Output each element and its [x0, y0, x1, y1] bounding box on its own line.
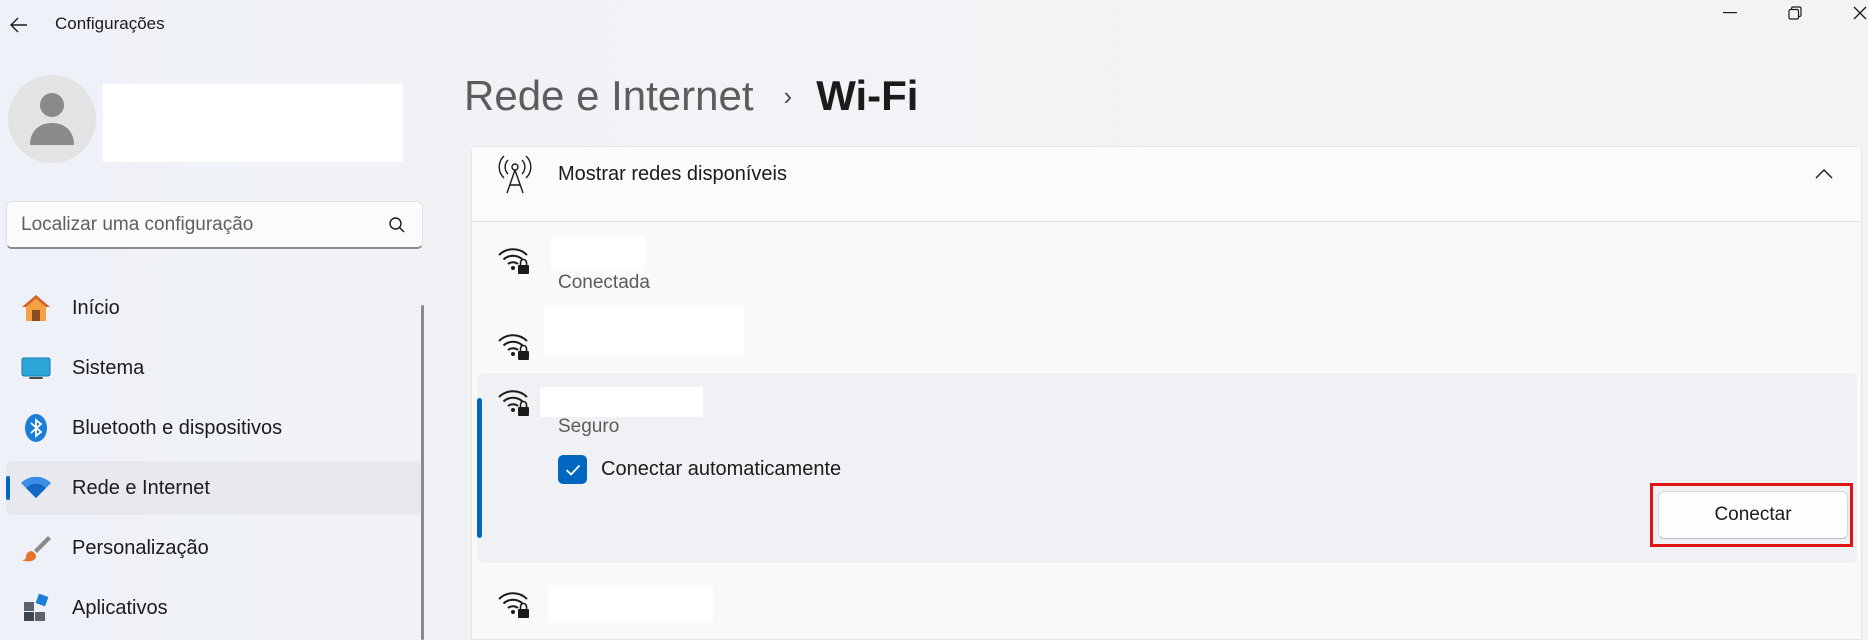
page-title: Wi-Fi	[816, 72, 919, 119]
restore-button[interactable]	[1765, 0, 1825, 26]
network-ssid-redacted	[544, 307, 744, 355]
bluetooth-icon	[20, 412, 52, 444]
sidebar-item-label: Início	[72, 296, 120, 319]
breadcrumb-parent[interactable]: Rede e Internet	[464, 72, 754, 120]
checkmark-icon	[565, 464, 580, 476]
available-networks-panel: Mostrar redes disponíveis Conectada Segu…	[471, 146, 1862, 640]
network-item-expanded[interactable]: Seguro Conectar automaticamente Conectar	[477, 373, 1857, 563]
sidebar-item-aplicativos[interactable]: Aplicativos	[6, 581, 423, 635]
user-name-redacted	[103, 84, 403, 162]
sidebar-item-sistema[interactable]: Sistema	[6, 341, 423, 395]
network-status: Conectada	[558, 272, 650, 293]
sidebar-item-label: Bluetooth e dispositivos	[72, 416, 283, 439]
sidebar-item-label: Personalização	[72, 536, 209, 559]
collapse-button[interactable]	[1809, 159, 1839, 189]
search-box[interactable]	[6, 201, 423, 249]
sidebar-item-label: Sistema	[72, 356, 145, 379]
close-button[interactable]	[1830, 0, 1868, 26]
sidebar-item-label: Aplicativos	[72, 596, 168, 619]
avatar[interactable]	[8, 75, 96, 163]
wifi-secure-icon	[498, 248, 529, 274]
breadcrumb: Rede e Internet › Wi-Fi	[464, 72, 918, 120]
back-arrow-icon	[10, 17, 27, 33]
close-icon	[1853, 6, 1867, 20]
minimize-button[interactable]	[1700, 0, 1760, 26]
title-bar: Configurações	[0, 0, 1868, 50]
sidebar-scrollbar[interactable]	[421, 305, 424, 640]
antenna-icon	[498, 155, 532, 194]
network-status: Seguro	[558, 416, 620, 437]
wifi-secure-icon	[498, 592, 529, 618]
network-item[interactable]	[472, 307, 1861, 367]
sidebar-item-personalizacao[interactable]: Personalização	[6, 521, 423, 575]
restore-icon	[1788, 6, 1802, 20]
home-icon	[20, 292, 52, 324]
network-item[interactable]: Conectada	[472, 237, 1861, 307]
auto-connect-label[interactable]: Conectar automaticamente	[601, 458, 841, 481]
apps-icon	[20, 592, 52, 624]
network-ssid-redacted	[551, 237, 645, 271]
minimize-icon	[1723, 12, 1737, 14]
sidebar-item-bluetooth[interactable]: Bluetooth e dispositivos	[6, 401, 423, 455]
wifi-icon	[20, 472, 52, 504]
wifi-secure-icon	[498, 334, 529, 360]
available-networks-title: Mostrar redes disponíveis	[558, 163, 787, 185]
search-input[interactable]	[21, 213, 386, 236]
app-title: Configurações	[55, 14, 165, 33]
network-ssid-redacted	[540, 387, 703, 417]
auto-connect-row: Conectar automaticamente	[558, 455, 841, 484]
sidebar-nav: Início Sistema Bluetooth e dispositivos …	[6, 281, 423, 640]
auto-connect-checkbox[interactable]	[558, 455, 587, 484]
search-icon[interactable]	[386, 214, 408, 236]
available-networks-header[interactable]: Mostrar redes disponíveis	[472, 147, 1861, 222]
back-button[interactable]	[4, 10, 34, 40]
wifi-secure-icon	[498, 390, 529, 416]
user-icon	[30, 93, 74, 145]
breadcrumb-separator: ›	[783, 80, 793, 111]
brush-icon	[20, 532, 52, 564]
network-ssid-redacted	[548, 585, 713, 623]
network-item[interactable]	[472, 577, 1861, 640]
sidebar-item-rede[interactable]: Rede e Internet	[6, 461, 423, 515]
connect-button[interactable]: Conectar	[1658, 491, 1848, 539]
sidebar-item-inicio[interactable]: Início	[6, 281, 423, 335]
monitor-icon	[20, 352, 52, 384]
sidebar-item-label: Rede e Internet	[72, 476, 210, 499]
chevron-up-icon	[1815, 169, 1833, 179]
